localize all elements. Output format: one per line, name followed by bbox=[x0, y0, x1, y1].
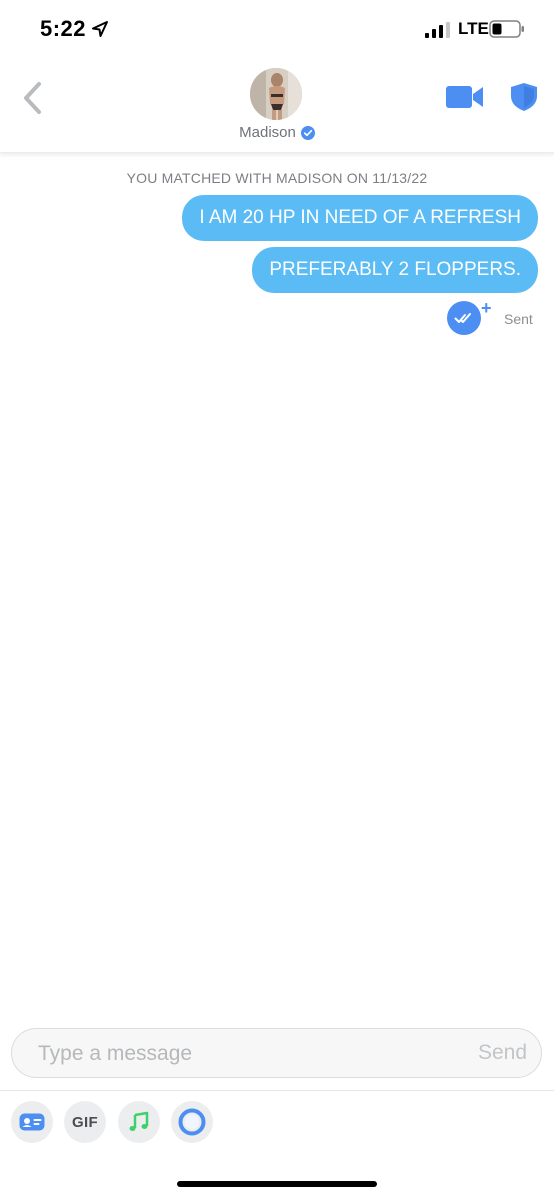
music-note-icon bbox=[129, 1111, 149, 1131]
match-banner: YOU MATCHED WITH MADISON ON 11/13/22 bbox=[126, 170, 428, 186]
avatar[interactable] bbox=[250, 68, 302, 120]
read-receipt-button[interactable] bbox=[447, 301, 481, 335]
gif-icon: GIF bbox=[72, 1113, 98, 1131]
message-composer: Send bbox=[11, 1028, 542, 1079]
gif-button[interactable]: GIF bbox=[64, 1101, 106, 1143]
avatar-photo bbox=[250, 68, 302, 120]
verified-badge-icon bbox=[300, 125, 315, 140]
message-status: Sent bbox=[504, 311, 533, 327]
message-bubble-outgoing[interactable]: I AM 20 HP IN NEED OF A REFRESH bbox=[182, 195, 538, 241]
chevron-left-icon bbox=[24, 82, 41, 114]
profile-name: Madison bbox=[239, 124, 296, 141]
circle-button[interactable] bbox=[171, 1101, 213, 1143]
cellular-signal-icon bbox=[425, 22, 450, 38]
status-bar: 5:22 LTE bbox=[0, 0, 554, 62]
message-bubble-outgoing[interactable]: PREFERABLY 2 FLOPPERS. bbox=[252, 247, 538, 293]
message-input[interactable] bbox=[36, 1029, 450, 1079]
chat-header: Madison bbox=[0, 62, 554, 153]
divider bbox=[0, 1090, 554, 1091]
chat-screen: 5:22 LTE Madison YOU MATCHED WITH MADISO… bbox=[0, 0, 554, 1200]
plus-icon[interactable]: + bbox=[481, 299, 492, 317]
contact-card-button[interactable] bbox=[11, 1101, 53, 1143]
send-button[interactable]: Send bbox=[478, 1041, 527, 1065]
shield-icon[interactable] bbox=[510, 82, 538, 112]
video-call-button[interactable] bbox=[446, 84, 484, 110]
circle-icon bbox=[178, 1108, 206, 1136]
status-time: 5:22 bbox=[40, 16, 87, 41]
location-arrow-icon bbox=[92, 21, 108, 37]
contact-card-icon bbox=[19, 1113, 45, 1131]
profile-name-row[interactable]: Madison bbox=[0, 124, 554, 141]
back-button[interactable] bbox=[14, 76, 50, 120]
music-button[interactable] bbox=[118, 1101, 160, 1143]
battery-icon bbox=[489, 20, 524, 38]
home-indicator bbox=[177, 1181, 377, 1187]
double-check-icon bbox=[454, 313, 471, 323]
network-label: LTE bbox=[458, 19, 489, 38]
